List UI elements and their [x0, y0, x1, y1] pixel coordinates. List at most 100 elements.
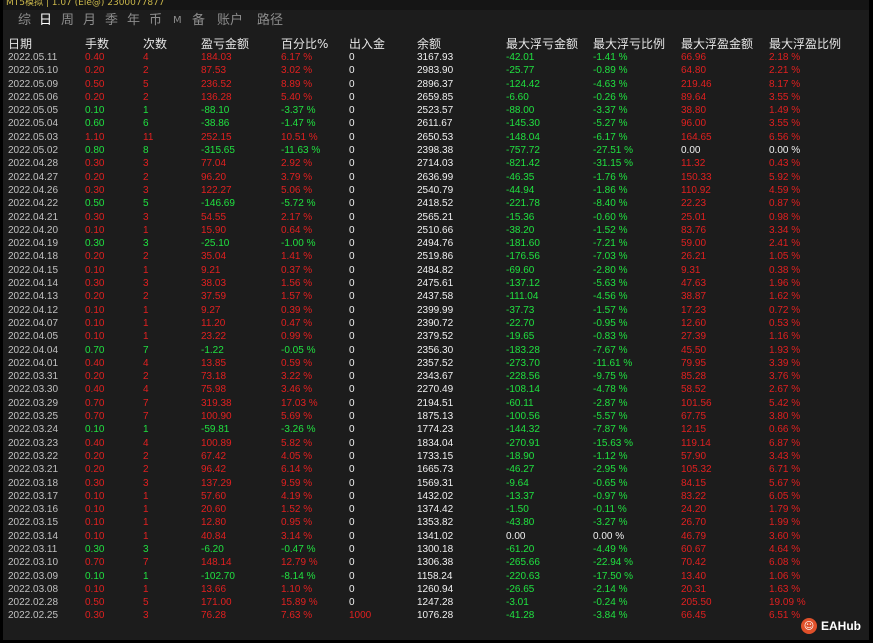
table-row[interactable]: 2022.04.21 0.30 3 54.55 2.17 % 0 2565.21 -15.36… [3, 211, 869, 224]
table-row[interactable]: 2022.04.27 0.20 2 96.20 3.79 % 0 2636.99 -46.35… [3, 171, 869, 184]
cell-deposit: 0 [349, 198, 355, 210]
tab-10[interactable]: 路径 [257, 10, 283, 32]
cell-deposit: 0 [349, 597, 355, 609]
table-row[interactable]: 2022.04.05 0.10 1 23.22 0.99 % 0 2379.52 -19.65… [3, 330, 869, 343]
table-row[interactable]: 2022.04.12 0.10 1 9.27 0.39 % 0 2399.99 -37.73 -… [3, 304, 869, 317]
table-row[interactable]: 2022.04.20 0.10 1 15.90 0.64 % 0 2510.66 -38.20… [3, 224, 869, 237]
table-row[interactable]: 2022.03.22 0.20 2 67.42 4.05 % 0 1733.15 -18.90… [3, 450, 869, 463]
column-header-9[interactable]: 最大浮盈金额 [681, 36, 753, 52]
table-row[interactable]: 2022.03.17 0.10 1 57.60 4.19 % 0 1432.02 -13.37… [3, 490, 869, 503]
table-row[interactable]: 2022.05.04 0.60 6 -38.86 -1.47 % 0 2611.67 -145… [3, 117, 869, 130]
column-header-0[interactable]: 日期 [8, 36, 32, 52]
cell-balance: 2494.76 [417, 238, 454, 250]
tab-0[interactable]: 综 [18, 10, 31, 32]
column-header-3[interactable]: 盈亏金额 [201, 36, 249, 52]
table-row[interactable]: 2022.02.25 0.30 3 76.28 7.63 % 1000 1076.28 -41… [3, 609, 869, 622]
table-row[interactable]: 2022.02.28 0.50 5 171.00 15.89 % 0 1247.28 -3.0… [3, 596, 869, 609]
table-row[interactable]: 2022.04.04 0.70 7 -1.22 -0.05 % 0 2356.30 -183.… [3, 344, 869, 357]
tab-6[interactable]: 币 [149, 10, 162, 32]
table-row[interactable]: 2022.03.10 0.70 7 148.14 12.79 % 0 1306.38 -265… [3, 556, 869, 569]
table-row[interactable]: 2022.05.03 1.10 11 252.15 10.51 % 0 2650.53 -14… [3, 131, 869, 144]
table-row[interactable]: 2022.03.23 0.40 4 100.89 5.82 % 0 1834.04 -270.… [3, 437, 869, 450]
cell-max-fp-pct: 2.18 % [769, 52, 801, 63]
cell-pct: 0.47 % [281, 317, 313, 329]
table-row[interactable]: 2022.04.26 0.30 3 122.27 5.06 % 0 2540.79 -44.9… [3, 184, 869, 197]
cell-lots: 0.10 [85, 517, 105, 529]
cell-max-fp-pct: 3.80 % [769, 411, 801, 423]
table-row[interactable]: 2022.05.05 0.10 1 -88.10 -3.37 % 0 2523.57 -88.… [3, 104, 869, 117]
cell-max-dd: -42.01 [506, 52, 535, 63]
table-row[interactable]: 2022.04.28 0.30 3 77.04 2.92 % 0 2714.03 -821.4… [3, 157, 869, 170]
table-row[interactable]: 2022.04.18 0.20 2 35.04 1.41 % 0 2519.86 -176.5… [3, 250, 869, 263]
cell-pnl: 11.20 [201, 317, 226, 329]
cell-date: 2022.04.12 [8, 304, 59, 316]
cell-max-fp: 66.96 [681, 52, 707, 63]
table-row[interactable]: 2022.03.11 0.30 3 -6.20 -0.47 % 0 1300.18 -61.2… [3, 543, 869, 556]
table-row[interactable]: 2022.03.09 0.10 1 -102.70 -8.14 % 0 1158.24 -22… [3, 570, 869, 583]
table-row[interactable]: 2022.03.30 0.40 4 75.98 3.46 % 0 2270.49 -108.1… [3, 383, 869, 396]
tab-5[interactable]: 年 [127, 10, 140, 32]
cell-max-dd-pct: 0.00 % [593, 530, 625, 542]
cell-max-dd-pct: -2.95 % [593, 464, 628, 476]
cell-deposit: 0 [349, 184, 355, 196]
column-header-7[interactable]: 最大浮亏金额 [506, 36, 578, 52]
table-row[interactable]: 2022.04.15 0.10 1 9.21 0.37 % 0 2484.82 -69.60 -… [3, 264, 869, 277]
column-header-5[interactable]: 出入金 [349, 36, 385, 52]
cell-max-dd-pct: -2.87 % [593, 397, 628, 409]
table-row[interactable]: 2022.03.16 0.10 1 20.60 1.52 % 0 1374.42 -1.50 -… [3, 503, 869, 516]
table-row[interactable]: 2022.03.14 0.10 1 40.84 3.14 % 0 1341.02 0.00 0.… [3, 530, 869, 543]
table-row[interactable]: 2022.05.09 0.50 5 236.52 8.89 % 0 2896.37 -124.… [3, 78, 869, 91]
cell-count: 8 [143, 145, 149, 157]
table-row[interactable]: 2022.05.02 0.80 8 -315.65 -11.63 % 0 2398.38 -7… [3, 144, 869, 157]
cell-count: 1 [143, 304, 149, 316]
table-row[interactable]: 2022.03.25 0.70 7 100.90 5.69 % 0 1875.13 -100.… [3, 410, 869, 423]
tab-3[interactable]: 月 [83, 10, 96, 32]
table-row[interactable]: 2022.05.11 0.40 4 184.03 6.17 % 0 3167.93 -42.0… [3, 51, 869, 64]
cell-lots: 0.10 [85, 504, 105, 516]
table-row[interactable]: 2022.04.19 0.30 3 -25.10 -1.00 % 0 2494.76 -181… [3, 237, 869, 250]
cell-deposit: 0 [349, 331, 355, 343]
table-row[interactable]: 2022.03.08 0.10 1 13.66 1.10 % 0 1260.94 -26.65… [3, 583, 869, 596]
cell-balance: 2356.30 [417, 344, 454, 356]
tab-4[interactable]: 季 [105, 10, 118, 32]
cell-max-dd-pct: -3.84 % [593, 610, 628, 622]
cell-lots: 0.10 [85, 264, 105, 276]
table-row[interactable]: 2022.04.14 0.30 3 38.03 1.56 % 0 2475.61 -137.1… [3, 277, 869, 290]
tab-2[interactable]: 周 [61, 10, 74, 32]
table-row[interactable]: 2022.04.01 0.40 4 13.85 0.59 % 0 2357.52 -273.7… [3, 357, 869, 370]
column-header-1[interactable]: 手数 [85, 36, 109, 52]
table-row[interactable]: 2022.03.18 0.30 3 137.29 9.59 % 0 1569.31 -9.64… [3, 477, 869, 490]
cell-pnl: 9.21 [201, 264, 221, 276]
column-header-10[interactable]: 最大浮盈比例 [769, 36, 841, 52]
table-row[interactable]: 2022.03.24 0.10 1 -59.81 -3.26 % 0 1774.23 -144… [3, 423, 869, 436]
column-header-8[interactable]: 最大浮亏比例 [593, 36, 665, 52]
cell-max-dd: -270.91 [506, 437, 540, 449]
cell-pnl: -6.20 [201, 543, 224, 555]
table-row[interactable]: 2022.04.22 0.50 5 -146.69 -5.72 % 0 2418.52 -22… [3, 197, 869, 210]
table-row[interactable]: 2022.04.13 0.20 2 37.59 1.57 % 0 2437.58 -111.0… [3, 290, 869, 303]
table-row[interactable]: 2022.03.21 0.20 2 96.42 6.14 % 0 1665.73 -46.27… [3, 463, 869, 476]
cell-lots: 0.50 [85, 597, 105, 609]
cell-pct: 15.89 % [281, 597, 318, 609]
cell-max-dd: -60.11 [506, 397, 534, 409]
table-row[interactable]: 2022.03.31 0.20 2 73.18 3.22 % 0 2343.67 -228.5… [3, 370, 869, 383]
table-row[interactable]: 2022.04.07 0.10 1 11.20 0.47 % 0 2390.72 -22.70… [3, 317, 869, 330]
cell-max-dd-pct: -1.52 % [593, 224, 628, 236]
cell-max-fp-pct: 1.96 % [769, 278, 801, 290]
table-row[interactable]: 2022.03.15 0.10 1 12.80 0.95 % 0 1353.82 -43.80… [3, 516, 869, 529]
cell-balance: 2650.53 [417, 131, 454, 143]
table-row[interactable]: 2022.03.29 0.70 7 319.38 17.03 % 0 2194.51 -60.… [3, 397, 869, 410]
cell-count: 2 [143, 91, 149, 103]
tab-8[interactable]: 备 [192, 10, 205, 32]
table-row[interactable]: 2022.05.06 0.20 2 136.28 5.40 % 0 2659.85 -6.60… [3, 91, 869, 104]
tab-9[interactable]: 账户 [217, 10, 243, 32]
column-header-2[interactable]: 次数 [143, 36, 167, 52]
table-row[interactable]: 2022.05.10 0.20 2 87.53 3.02 % 0 2983.90 -25.77… [3, 64, 869, 77]
cell-lots: 0.40 [85, 357, 105, 369]
cell-max-fp-pct: 2.41 % [769, 238, 801, 250]
column-header-6[interactable]: 余额 [417, 36, 441, 52]
column-header-4[interactable]: 百分比% [281, 36, 328, 52]
tab-1[interactable]: 日 [39, 10, 52, 32]
tab-7[interactable]: M [173, 10, 182, 32]
cell-max-dd-pct: -7.67 % [593, 344, 628, 356]
